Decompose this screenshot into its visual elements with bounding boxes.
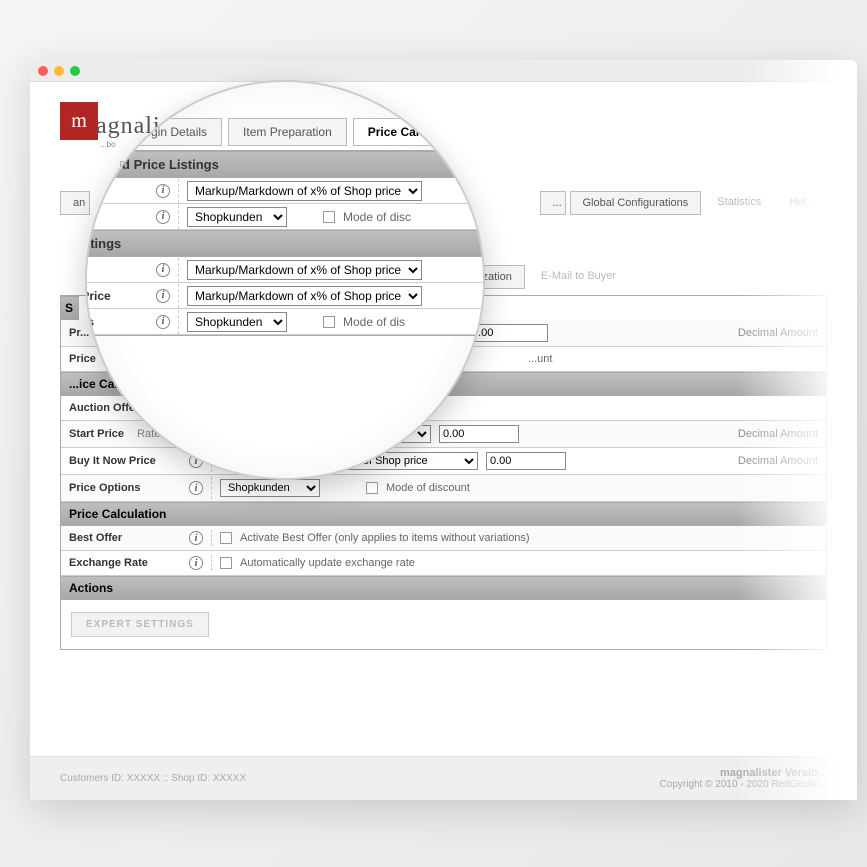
magnifier-lens: ...ad Items ...gin Details Item Preparat… bbox=[85, 80, 485, 480]
info-icon[interactable]: i bbox=[189, 556, 203, 570]
mag-row-price: Pricei Markup/Markdown of x% of Shop pri… bbox=[85, 178, 485, 204]
mag-label-price-options-2: Price Options bbox=[85, 315, 94, 329]
info-icon[interactable]: i bbox=[156, 315, 170, 329]
hint-decimal-amount: Decimal Amount bbox=[738, 455, 818, 467]
checkbox-mode-discount[interactable] bbox=[366, 482, 378, 494]
label-mode-discount: Mode of discount bbox=[386, 482, 470, 494]
label-buy-it-now: Buy It Now Price bbox=[69, 455, 156, 467]
mag-tab-item-prep[interactable]: Item Preparation bbox=[228, 118, 347, 146]
label-exchange-rate: Exchange Rate bbox=[69, 557, 148, 569]
checkbox-best-offer-full[interactable] bbox=[220, 532, 232, 544]
info-icon[interactable]: i bbox=[189, 481, 203, 495]
mag-label-buy-now: Buy It Now Price bbox=[85, 289, 111, 303]
mag-select-markup-buy[interactable]: Markup/Markdown of x% of Shop price bbox=[187, 286, 422, 306]
mag-checkbox-mode-dis-2[interactable] bbox=[323, 316, 335, 328]
info-icon[interactable]: i bbox=[156, 184, 170, 198]
info-icon[interactable]: i bbox=[156, 210, 170, 224]
label-best-offer-full: Activate Best Offer (only applies to ite… bbox=[240, 532, 530, 544]
label-exchange-rate-text: Automatically update exchange rate bbox=[240, 557, 415, 569]
window-close-icon[interactable] bbox=[38, 66, 48, 76]
input-buy-now-value[interactable] bbox=[486, 452, 566, 470]
mag-checkbox-mode-disc-1[interactable] bbox=[323, 211, 335, 223]
row-best-offer: Best Offer i Activate Best Offer (only ap… bbox=[61, 526, 826, 551]
info-icon[interactable]: i bbox=[156, 289, 170, 303]
mag-select-shopkunden-2[interactable]: Shopkunden bbox=[187, 312, 287, 332]
info-icon[interactable]: i bbox=[156, 263, 170, 277]
mag-select-shopkunden-1[interactable]: Shopkunden bbox=[187, 207, 287, 227]
checkbox-exchange-rate[interactable] bbox=[220, 557, 232, 569]
hint-decimal-amount: Decimal Amount bbox=[738, 327, 818, 339]
mag-row-price-options-2: Price Options i Shopkunden Mode of dis bbox=[85, 309, 485, 335]
hint-unt: ...unt bbox=[528, 353, 552, 365]
section-price-calculation-2: Price Calculation bbox=[61, 502, 826, 526]
label-price-options: Price Options bbox=[69, 482, 141, 494]
section-stub-s: S bbox=[61, 296, 79, 320]
expert-settings-button[interactable]: EXPERT SETTINGS bbox=[71, 612, 209, 637]
tab-email-to-buyer[interactable]: E-Mail to Buyer bbox=[529, 265, 628, 289]
mag-tab-login[interactable]: ...gin Details bbox=[127, 118, 222, 146]
tab-stub-an[interactable]: an bbox=[60, 191, 90, 215]
mag-section-fixed-price: ...ettings for Fixed Price Listings bbox=[85, 151, 485, 178]
mag-label-price-options: Price Options bbox=[85, 210, 94, 224]
label-start-price: Start Price bbox=[69, 428, 124, 440]
mag-select-markup-start[interactable]: Markup/Markdown of x% of Shop price bbox=[187, 260, 422, 280]
footer: Customers ID: XXXXX :: Shop ID: XXXXX ma… bbox=[30, 756, 857, 800]
row-buy-it-now-bg: Buy It Now Pricei ...wn of x% of Shop pr… bbox=[61, 448, 826, 475]
mag-row-buy-now: Buy It Now Price i Markup/Markdown of x% … bbox=[85, 283, 485, 309]
tab-help[interactable]: Hel... bbox=[777, 191, 827, 215]
info-icon[interactable]: i bbox=[189, 531, 203, 545]
mag-label-mode-disc-1: Mode of disc bbox=[343, 210, 411, 224]
label-best-offer: Best Offer bbox=[69, 532, 122, 544]
label-price: Price bbox=[69, 353, 96, 365]
mag-tab-price-calc[interactable]: Price Calcula bbox=[353, 118, 458, 146]
footer-copyright: Copyright © 2010 - 2020 RedGecko... bbox=[660, 779, 827, 790]
input-start-price-value[interactable] bbox=[439, 425, 519, 443]
footer-brand: magnalister Versio... bbox=[660, 767, 827, 779]
window-minimize-icon[interactable] bbox=[54, 66, 64, 76]
row-price-options-bg: Price Options i Shopkunden Mode of discou… bbox=[61, 475, 826, 502]
mag-select-markup-price[interactable]: Markup/Markdown of x% of Shop price bbox=[187, 181, 422, 201]
titlebar bbox=[30, 60, 857, 82]
footer-ids: Customers ID: XXXXX :: Shop ID: XXXXX bbox=[60, 773, 246, 784]
tab-global-configurations[interactable]: Global Configurations bbox=[570, 191, 702, 215]
hint-decimal-amount: Decimal Amount bbox=[738, 428, 818, 440]
mag-row-price-options: Price Options i Shopkunden Mode of disc bbox=[85, 204, 485, 230]
mag-row-start-price: Start Pricei Markup/Markdown of x% of Sh… bbox=[85, 257, 485, 283]
tab-statistics[interactable]: Statistics bbox=[705, 191, 773, 215]
section-actions: Actions bbox=[61, 576, 826, 600]
mag-section-auction: Auction Settings bbox=[85, 230, 485, 257]
select-shopkunden[interactable]: Shopkunden bbox=[220, 479, 320, 497]
window-zoom-icon[interactable] bbox=[70, 66, 80, 76]
row-exchange-rate: Exchange Rate i Automatically update exch… bbox=[61, 551, 826, 576]
mag-label-mode-dis-2: Mode of dis bbox=[343, 315, 405, 329]
tab-ellipsis[interactable]: ... bbox=[540, 191, 566, 215]
